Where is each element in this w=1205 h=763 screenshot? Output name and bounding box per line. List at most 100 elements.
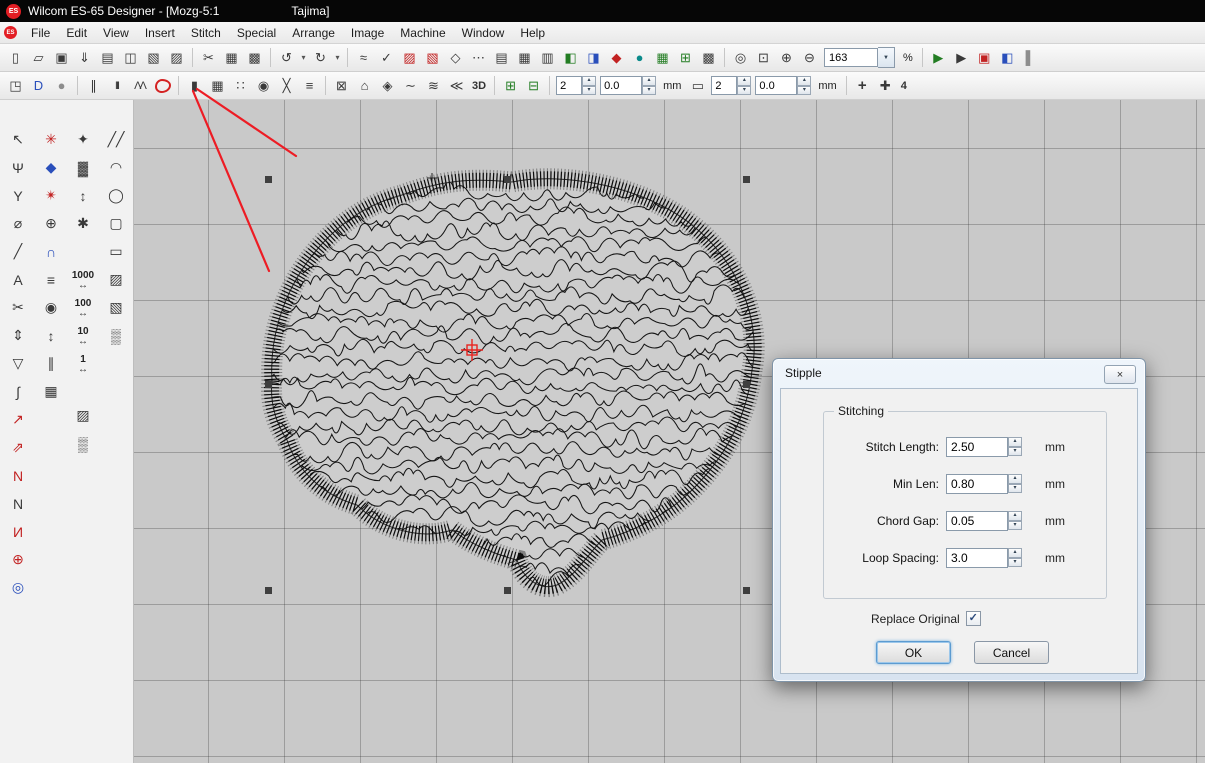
spin-down-button[interactable]: ▾ — [1008, 521, 1022, 531]
preset-1[interactable]: 1 ↔ — [68, 354, 98, 375]
zoom-box-icon[interactable]: ⊡ — [753, 47, 774, 68]
outline-stitch-icon[interactable]: ◇ — [445, 47, 466, 68]
triple-run-icon[interactable]: III — [106, 75, 127, 96]
closed-object-tool-icon[interactable]: ⊕ — [5, 548, 32, 571]
spin-up-button[interactable]: ▴ — [582, 76, 596, 86]
rect-tool-icon[interactable]: ▭ — [103, 240, 130, 263]
hatch-fill-icon[interactable]: ▨ — [399, 47, 420, 68]
texture-icon[interactable]: ▦ — [38, 380, 65, 403]
monogram-icon[interactable]: ◉ — [38, 296, 65, 319]
cross-stitch-icon[interactable]: ╳ — [276, 75, 297, 96]
arc-tool-icon[interactable]: ◠ — [103, 156, 130, 179]
threed-effect-label[interactable]: 3D — [469, 75, 489, 96]
backstitch-tool-icon[interactable]: N — [5, 492, 32, 515]
zigzag-tool-icon[interactable]: N — [5, 464, 32, 487]
dome-shape-icon[interactable]: ∩ — [38, 240, 65, 263]
lettering-tool-icon[interactable]: A — [5, 268, 32, 291]
ellipse-tool-icon[interactable]: ◯ — [103, 184, 130, 207]
undo-icon[interactable]: ↺ — [276, 47, 297, 68]
menu-arrange[interactable]: Arrange — [284, 24, 343, 42]
save-design-icon[interactable]: ▣ — [51, 47, 72, 68]
dialog-close-button[interactable]: × — [1104, 365, 1136, 384]
digitize-flower-icon[interactable]: ✳ — [38, 128, 65, 151]
slow-redraw-icon[interactable]: ▶ — [951, 47, 972, 68]
asterisk-tool-icon[interactable]: ✱ — [70, 212, 97, 235]
selection-handle[interactable] — [743, 381, 750, 388]
digitize-shape-icon[interactable]: ◆ — [38, 156, 65, 179]
scissors-tool-icon[interactable]: ✂ — [5, 296, 32, 319]
selection-handle[interactable] — [265, 587, 272, 594]
single-run-icon[interactable]: ∥ — [83, 75, 104, 96]
block-tool-icon[interactable]: ▓ — [70, 156, 97, 179]
ok-button[interactable]: OK — [876, 641, 951, 664]
menu-insert[interactable]: Insert — [137, 24, 183, 42]
param-b-count-input[interactable] — [711, 76, 737, 95]
pattern-run-icon[interactable]: ◈ — [377, 75, 398, 96]
spin-up-button[interactable]: ▴ — [797, 76, 811, 86]
spin-up-button[interactable]: ▴ — [1008, 437, 1022, 447]
copy-icon[interactable]: ▦ — [221, 47, 242, 68]
hoop-layout-icon[interactable]: ◳ — [5, 75, 26, 96]
zigzag-run-icon[interactable]: ΛΛ — [129, 75, 150, 96]
new-design-icon[interactable]: ▯ — [5, 47, 26, 68]
lettering-list-icon[interactable]: ≡ — [38, 268, 65, 291]
stemstitch-tool-icon[interactable]: И — [5, 520, 32, 543]
hatch-swatch-icon[interactable]: ▨ — [70, 404, 97, 427]
pattern-fill-icon[interactable]: ▥ — [537, 47, 558, 68]
center-design-icon[interactable]: ✚ — [875, 75, 896, 96]
stitch-updown-icon[interactable]: ↕ — [70, 184, 97, 207]
spacing-ruler-icon[interactable]: ▭ — [687, 75, 708, 96]
print-preview-icon[interactable]: ◫ — [120, 47, 141, 68]
reshape-tool-icon[interactable]: Ψ — [5, 156, 32, 179]
cancel-button[interactable]: Cancel — [974, 641, 1049, 664]
zoom-dropdown-button[interactable]: ▼ — [878, 47, 895, 68]
menu-view[interactable]: View — [95, 24, 137, 42]
zoom-in-icon[interactable]: ⊕ — [776, 47, 797, 68]
thread-palette-icon[interactable]: ● — [629, 47, 650, 68]
spin-up-button[interactable]: ▴ — [1008, 511, 1022, 521]
island-effect-icon[interactable]: ⊠ — [331, 75, 352, 96]
spin-down-button[interactable]: ▾ — [582, 86, 596, 96]
param-a-count-input[interactable] — [556, 76, 582, 95]
design-properties-icon[interactable]: ▧ — [143, 47, 164, 68]
spin-down-button[interactable]: ▾ — [1008, 447, 1022, 457]
selection-handle[interactable] — [265, 176, 272, 183]
pull-compensation-icon[interactable]: ⊟ — [523, 75, 544, 96]
open-design-icon[interactable]: ▱ — [28, 47, 49, 68]
spin-up-button[interactable]: ▴ — [737, 76, 751, 86]
tatami-fill-icon[interactable]: ▦ — [514, 47, 535, 68]
contour-fill-icon[interactable]: ≡ — [299, 75, 320, 96]
spin-up-button[interactable]: ▴ — [1008, 474, 1022, 484]
redo-dropdown-icon[interactable]: ▾ — [333, 47, 342, 68]
pattern-swatch-1-icon[interactable]: ▨ — [103, 268, 130, 291]
select-tool-icon[interactable]: ↖ — [5, 128, 32, 151]
run-stitch-tool-icon[interactable]: ↗ — [5, 408, 32, 431]
spin-down-button[interactable]: ▾ — [1008, 484, 1022, 494]
min-len-input[interactable] — [946, 474, 1008, 494]
replace-original-checkbox[interactable]: ✓ — [966, 611, 981, 626]
object-red-icon[interactable]: ◆ — [606, 47, 627, 68]
selection-handle[interactable] — [743, 176, 750, 183]
undo-dropdown-icon[interactable]: ▾ — [299, 47, 308, 68]
move-design-icon[interactable]: + — [852, 75, 873, 96]
stitch-generate-icon[interactable]: ≈ — [353, 47, 374, 68]
carving-stamp-icon[interactable]: ▩ — [698, 47, 719, 68]
menu-stitch[interactable]: Stitch — [183, 24, 229, 42]
zoom-input[interactable] — [824, 48, 878, 67]
motif-run-icon[interactable]: ⋯ — [468, 47, 489, 68]
fill-flower-icon[interactable]: ✴ — [38, 184, 65, 207]
design-colors-icon[interactable]: ▣ — [974, 47, 995, 68]
insert-design-icon[interactable]: ▨ — [166, 47, 187, 68]
wave-effect-icon[interactable]: ∼ — [400, 75, 421, 96]
print-icon[interactable]: ▤ — [97, 47, 118, 68]
selection-handle[interactable] — [265, 381, 272, 388]
object-blue-icon[interactable]: ◨ — [583, 47, 604, 68]
target-tool-icon[interactable]: ◎ — [5, 576, 32, 599]
triple-run-tool-icon[interactable]: ⇗ — [5, 436, 32, 459]
knife-tool-icon[interactable]: ╱ — [5, 240, 32, 263]
mesh-circle-icon[interactable]: ● — [51, 75, 72, 96]
spin-down-button[interactable]: ▾ — [1008, 558, 1022, 568]
preset-100[interactable]: 100 ↔ — [68, 298, 98, 319]
spin-down-button[interactable]: ▾ — [642, 86, 656, 96]
spin-up-button[interactable]: ▴ — [642, 76, 656, 86]
